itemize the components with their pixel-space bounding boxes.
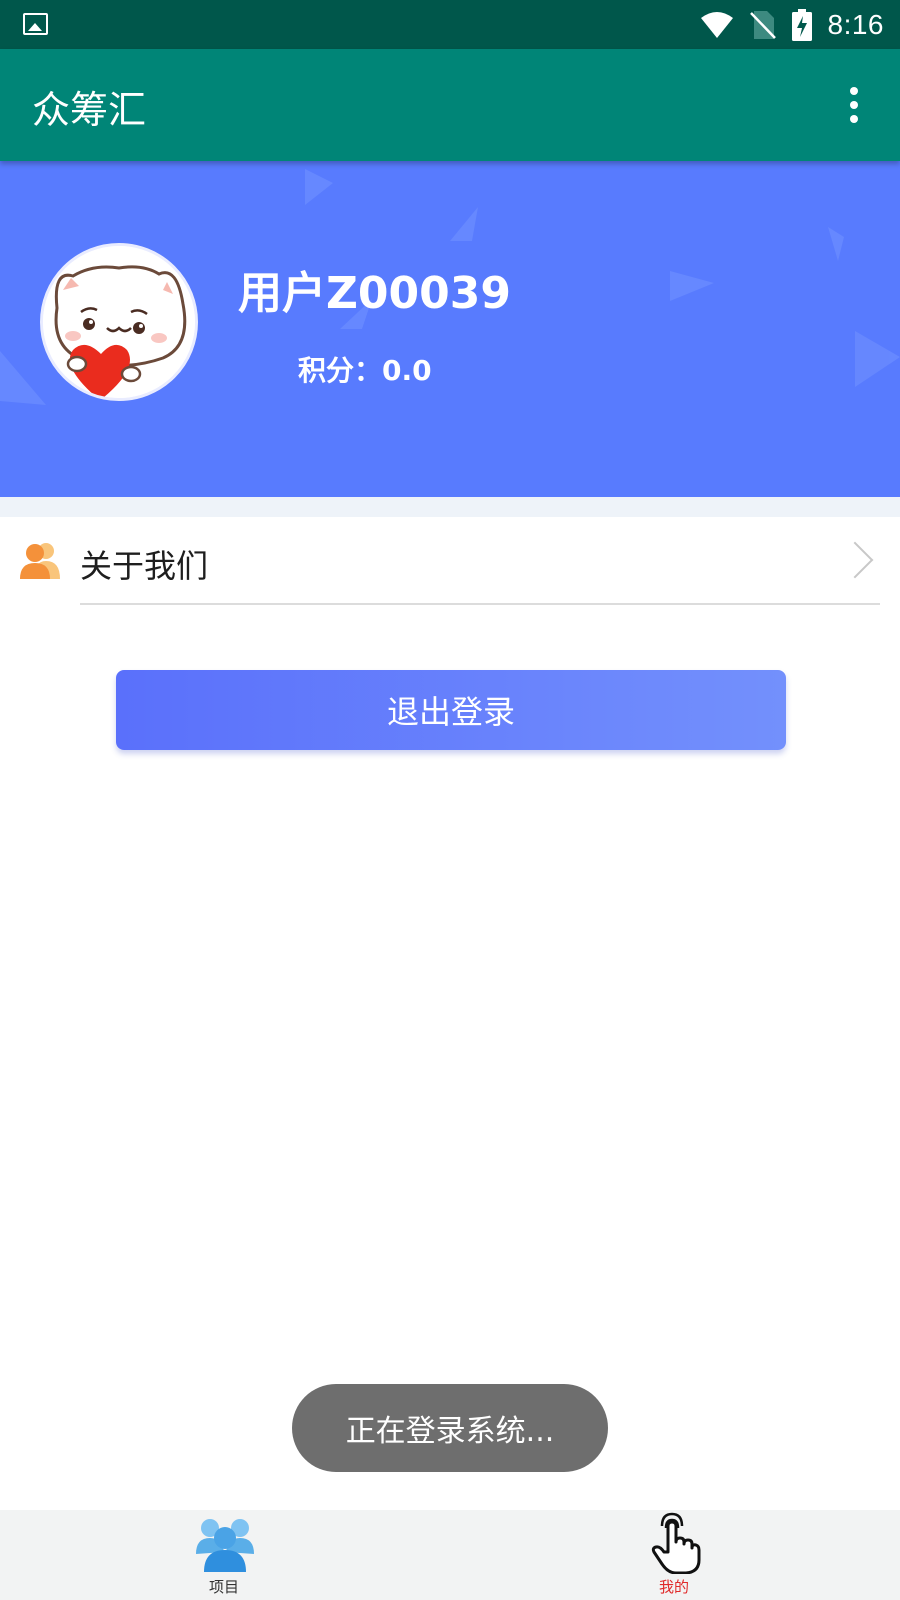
- battery-charging-icon: [791, 8, 812, 41]
- group-people-icon: [196, 1519, 254, 1572]
- cat-with-heart-avatar: [43, 246, 195, 398]
- points-label: 积分：0.0: [298, 354, 432, 387]
- chevron-right-icon: [836, 541, 874, 579]
- toast-message: 正在登录系统...: [292, 1384, 608, 1472]
- no-sim-icon: [749, 10, 776, 39]
- section-gap: [0, 497, 900, 517]
- mine-screen: 8:16 众筹汇 用户Z00039 积分：0.0 关于我们 退出登录 正在登录系…: [0, 0, 900, 1600]
- username: 用户Z00039: [238, 268, 511, 319]
- menu-item-label: 关于我们: [80, 547, 209, 585]
- tab-mine[interactable]: 我的: [574, 1510, 774, 1600]
- hand-pointer-icon: [651, 1512, 701, 1574]
- wifi-icon: [700, 11, 733, 38]
- avatar[interactable]: [40, 243, 198, 401]
- overflow-menu-icon[interactable]: [848, 87, 860, 123]
- gallery-icon: [23, 13, 48, 35]
- app-bar: 众筹汇: [0, 49, 900, 161]
- status-time: 8:16: [827, 8, 884, 40]
- status-bar: 8:16: [0, 0, 900, 49]
- divider: [80, 603, 880, 605]
- menu-item-about-us[interactable]: 关于我们: [0, 517, 900, 605]
- logout-button[interactable]: 退出登录: [116, 670, 786, 750]
- people-icon: [20, 543, 60, 579]
- profile-header: 用户Z00039 积分：0.0: [0, 161, 900, 497]
- bottom-nav: 项目 我的: [0, 1510, 900, 1600]
- tab-mine-label: 我的: [658, 1578, 689, 1596]
- tab-projects-label: 项目: [208, 1578, 239, 1596]
- tab-projects[interactable]: 项目: [124, 1510, 324, 1600]
- app-title: 众筹汇: [32, 88, 147, 132]
